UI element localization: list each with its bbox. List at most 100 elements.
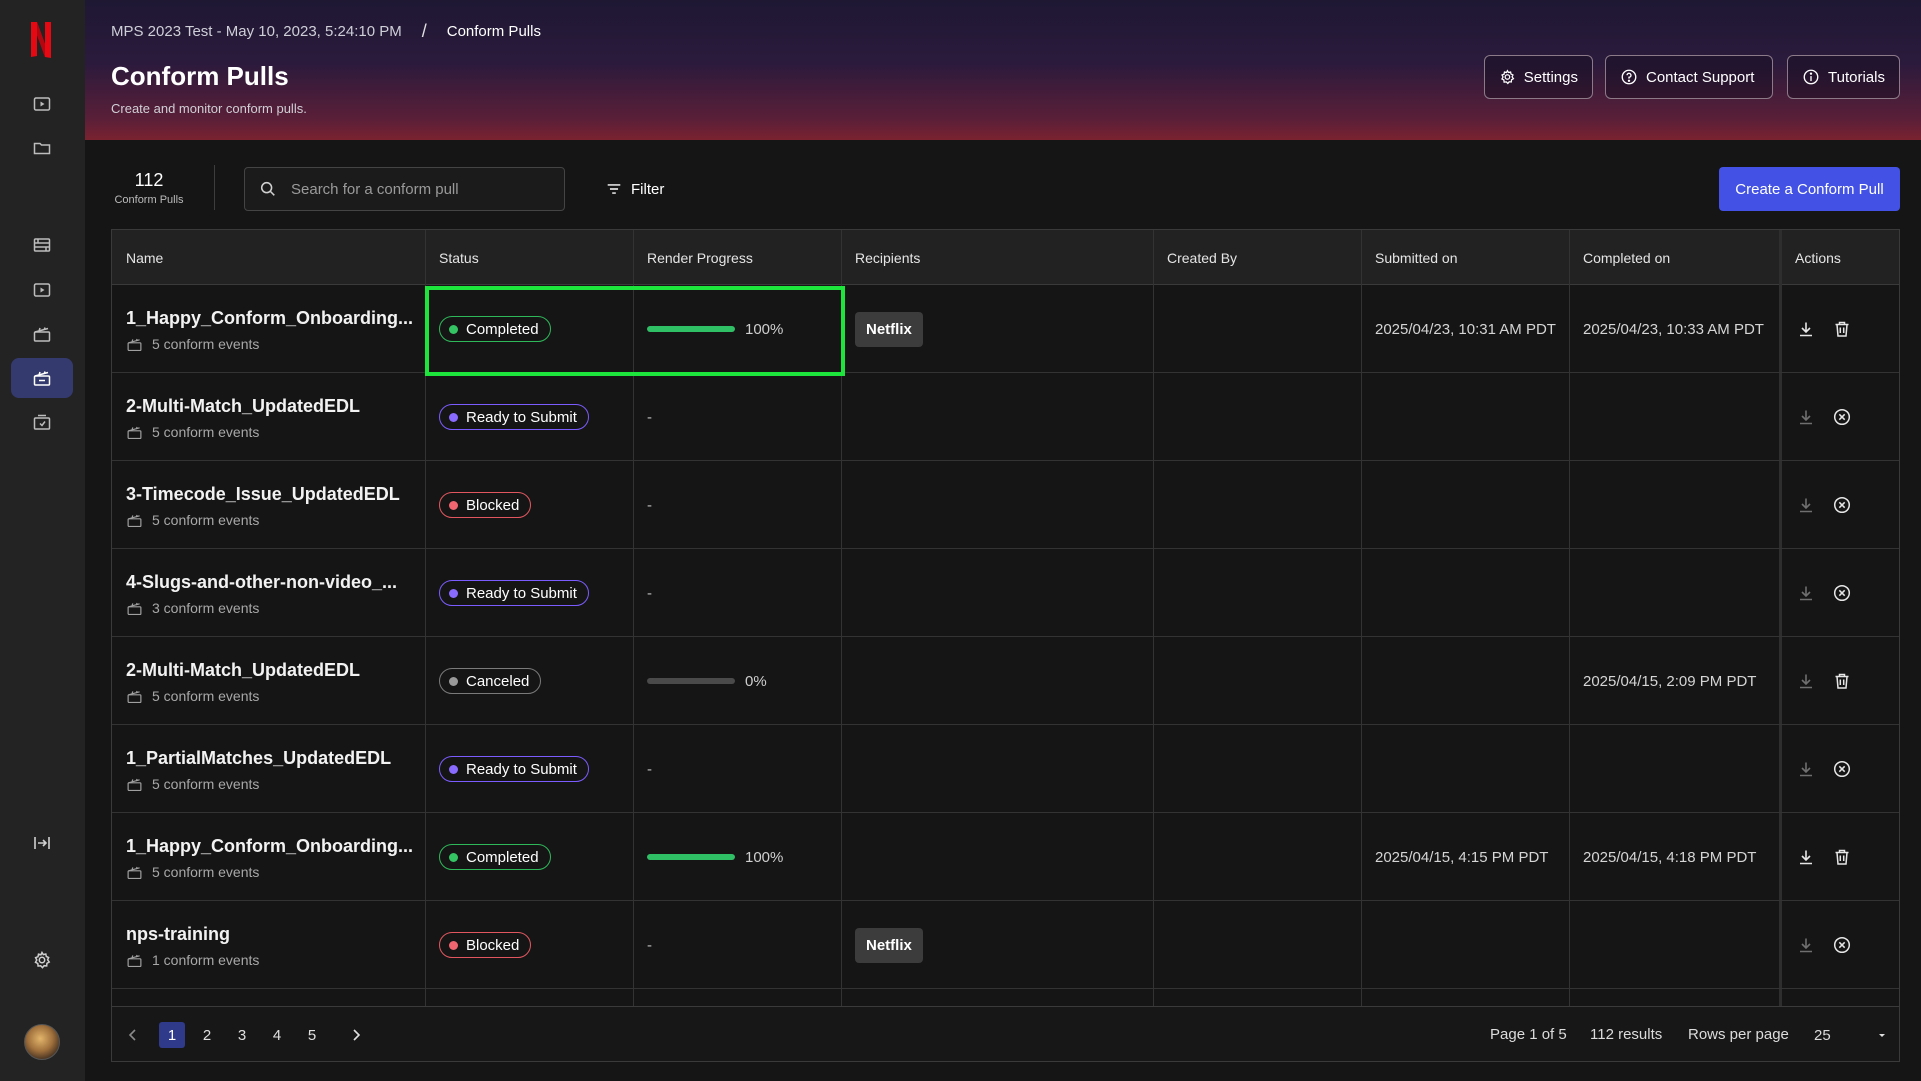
conform-pull-name[interactable]: 3-Timecode_Issue_UpdatedEDL	[126, 484, 400, 505]
conform-pull-name[interactable]: 4-Slugs-and-other-non-video_...	[126, 572, 397, 593]
status-label: Ready to Submit	[466, 584, 577, 602]
status-cell: Completed	[425, 813, 633, 901]
table-row[interactable]: 3-Timecode_Issue_UpdatedEDL 5 conform ev…	[112, 461, 1899, 549]
contact-support-label: Contact Support	[1646, 68, 1755, 86]
nav-folder-icon[interactable]	[11, 128, 73, 168]
download-icon[interactable]	[1795, 670, 1817, 692]
tutorials-button[interactable]: Tutorials	[1787, 55, 1900, 99]
conform-pull-name[interactable]: nps-training	[126, 924, 259, 945]
conform-pull-name[interactable]: 2-Multi-Match_UpdatedEDL	[126, 396, 360, 417]
column-header-status[interactable]: Status	[425, 230, 633, 285]
user-avatar[interactable]	[24, 1024, 60, 1060]
name-cell: 1_PartialMatches_UpdatedEDL 5 conform ev…	[112, 725, 425, 813]
completed-cell: 2025/04/15, 2:09 PM PDT	[1569, 637, 1781, 725]
conform-events: 3 conform events	[126, 600, 397, 617]
progress-cell: -	[633, 461, 841, 549]
completed-cell	[1569, 549, 1781, 637]
table-row[interactable]: 1_Happy_Conform_Onboarding... 5 conform …	[112, 285, 1899, 373]
page-5-button[interactable]: 5	[299, 1022, 325, 1048]
download-icon[interactable]	[1795, 758, 1817, 780]
collapse-sidebar-icon[interactable]	[11, 823, 73, 863]
settings-button[interactable]: Settings	[1484, 55, 1593, 99]
submitted-cell	[1361, 373, 1569, 461]
clapperboard-icon	[126, 688, 143, 705]
nav-deliveries-icon[interactable]	[11, 402, 73, 442]
conform-pull-name[interactable]: 1_Happy_Conform_Onboarding...	[126, 308, 413, 329]
create-conform-pull-button[interactable]: Create a Conform Pull	[1719, 167, 1900, 211]
created-by-cell	[1153, 285, 1361, 373]
next-page-button[interactable]	[343, 1022, 369, 1048]
nav-clapper-icon[interactable]	[11, 314, 73, 354]
netflix-logo[interactable]	[26, 20, 56, 60]
name-cell: 1_Happy_Conform_Onboarding... 5 conform …	[112, 285, 425, 373]
column-header-created-by[interactable]: Created By	[1153, 230, 1361, 285]
contact-support-button[interactable]: Contact Support	[1605, 55, 1773, 99]
nav-playlist-icon[interactable]	[11, 270, 73, 310]
name-cell: 4-Slugs-and-other-non-video_... 3 confor…	[112, 549, 425, 637]
conform-events: 1 conform events	[126, 952, 259, 969]
created-by-cell	[1153, 461, 1361, 549]
chevron-left-icon	[128, 1029, 136, 1041]
nav-film-icon[interactable]	[11, 225, 73, 265]
breadcrumb-project[interactable]: MPS 2023 Test - May 10, 2023, 5:24:10 PM	[111, 23, 402, 40]
table-row[interactable]: nps-training 1 conform events Blocked - …	[112, 901, 1899, 989]
table-row[interactable]: 1_Happy_Conform_Onboarding... 5 conform …	[112, 813, 1899, 901]
status-cell: Blocked	[425, 461, 633, 549]
progress-cell: 100%	[633, 813, 841, 901]
breadcrumb-separator: /	[421, 21, 427, 41]
download-icon[interactable]	[1795, 934, 1817, 956]
table-row[interactable]: 2-Multi-Match_UpdatedEDL 5 conform event…	[112, 637, 1899, 725]
delete-icon[interactable]	[1831, 846, 1853, 868]
download-icon[interactable]	[1795, 318, 1817, 340]
table-row[interactable]: 4-Slugs-and-other-non-video_... 3 confor…	[112, 549, 1899, 637]
filter-button[interactable]: Filter	[605, 176, 664, 202]
status-dot	[449, 588, 458, 598]
page-3-button[interactable]: 3	[229, 1022, 255, 1048]
nav-conform-pulls-icon[interactable]	[11, 358, 73, 398]
status-badge: Ready to Submit	[439, 756, 589, 782]
download-icon[interactable]	[1795, 582, 1817, 604]
column-header-render-progress[interactable]: Render Progress	[633, 230, 841, 285]
status-dot	[449, 324, 458, 334]
progress-fill	[647, 854, 735, 860]
conform-events: 5 conform events	[126, 688, 360, 705]
prev-page-button[interactable]	[120, 1022, 146, 1048]
caret-down-icon	[1879, 1034, 1885, 1037]
nav-media-icon[interactable]	[11, 84, 73, 124]
download-icon[interactable]	[1795, 406, 1817, 428]
download-icon[interactable]	[1795, 494, 1817, 516]
actions-cell	[1781, 549, 1899, 637]
pagination: 1 2 3 4 5 Page 1 of 5 112 results Rows p…	[112, 1006, 1899, 1061]
actions-cell	[1781, 901, 1899, 989]
conform-pull-name[interactable]: 1_PartialMatches_UpdatedEDL	[126, 748, 391, 769]
status-cell: Ready to Submit	[425, 373, 633, 461]
submitted-cell	[1361, 637, 1569, 725]
page-1-button[interactable]: 1	[159, 1022, 185, 1048]
download-icon[interactable]	[1795, 846, 1817, 868]
column-header-submitted-on[interactable]: Submitted on	[1361, 230, 1569, 285]
column-header-name[interactable]: Name	[112, 230, 425, 285]
page-4-button[interactable]: 4	[264, 1022, 290, 1048]
column-header-recipients[interactable]: Recipients	[841, 230, 1153, 285]
status-badge: Blocked	[439, 492, 532, 518]
delete-icon[interactable]	[1831, 670, 1853, 692]
search-input[interactable]	[291, 180, 531, 198]
conform-pull-name[interactable]: 2-Multi-Match_UpdatedEDL	[126, 660, 360, 681]
conform-pull-name[interactable]: 1_Happy_Conform_Onboarding...	[126, 836, 413, 857]
cancel-icon[interactable]	[1831, 582, 1853, 604]
page-2-button[interactable]: 2	[194, 1022, 220, 1048]
table-row[interactable]: 2-Multi-Match_UpdatedEDL 5 conform event…	[112, 373, 1899, 461]
progress-cell: -	[633, 549, 841, 637]
search-box[interactable]	[244, 167, 565, 211]
cancel-icon[interactable]	[1831, 494, 1853, 516]
cancel-icon[interactable]	[1831, 934, 1853, 956]
cancel-icon[interactable]	[1831, 758, 1853, 780]
delete-icon[interactable]	[1831, 318, 1853, 340]
conform-pull-count: 112 Conform Pulls	[111, 170, 187, 206]
status-label: Completed	[466, 848, 539, 866]
column-header-completed-on[interactable]: Completed on	[1569, 230, 1781, 285]
table-row[interactable]: 1_PartialMatches_UpdatedEDL 5 conform ev…	[112, 725, 1899, 813]
rows-per-page-select[interactable]: 25	[1814, 1024, 1888, 1046]
settings-gear-icon[interactable]	[11, 940, 73, 980]
cancel-icon[interactable]	[1831, 406, 1853, 428]
